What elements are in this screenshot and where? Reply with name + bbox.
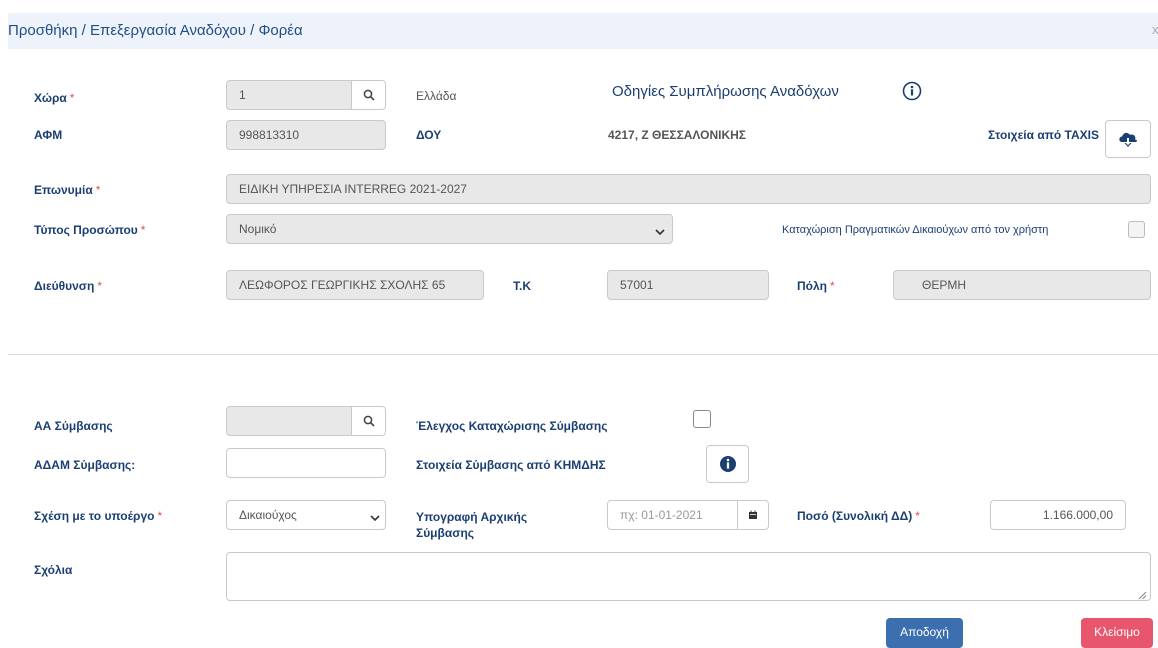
- surname-input[interactable]: ΕΙΔΙΚΗ ΥΠΗΡΕΣΙΑ INTERREG 2021-2027: [226, 174, 1151, 204]
- cloud-download-icon: [1119, 132, 1138, 147]
- calendar-button[interactable]: [737, 500, 769, 530]
- address-label: Διεύθυνση *: [34, 279, 102, 293]
- country-label: Χώρα *: [34, 91, 75, 105]
- contract-no-label: ΑΑ Σύμβασης: [34, 419, 113, 433]
- contract-check-label: Έλεγχος Καταχώρισης Σύμβασης: [416, 419, 608, 433]
- contract-check-checkbox[interactable]: [693, 410, 711, 428]
- kimdis-label: Στοιχεία Σύμβασης από ΚΗΜΔΗΣ: [416, 458, 606, 472]
- calendar-icon: [749, 510, 757, 519]
- country-name: Ελλάδα: [416, 89, 457, 103]
- modal-title: Προσθήκη / Επεξεργασία Αναδόχου / Φορέα: [8, 22, 303, 39]
- amount-label: Ποσό (Συνολική ΔΔ) *: [797, 509, 920, 523]
- postal-label: Τ.Κ: [513, 279, 532, 293]
- info-circle-icon[interactable]: [902, 81, 922, 101]
- chevron-down-icon: [370, 511, 380, 525]
- signature-date-input[interactable]: πχ: 01-01-2021: [607, 500, 738, 530]
- instructions-link[interactable]: Οδηγίες Συμπλήρωσης Αναδόχων: [612, 83, 839, 100]
- afm-label: ΑΦΜ: [34, 128, 63, 142]
- amount-input[interactable]: 1.166.000,00: [990, 500, 1126, 530]
- resize-handle-icon[interactable]: [1138, 589, 1147, 603]
- beneficiaries-checkbox[interactable]: [1128, 221, 1145, 238]
- relation-select[interactable]: Δικαιούχος: [226, 500, 386, 530]
- accept-button[interactable]: Αποδοχή: [886, 618, 963, 648]
- search-icon: [363, 415, 375, 427]
- contract-search-button[interactable]: [351, 406, 386, 436]
- country-code-input[interactable]: 1: [226, 80, 352, 110]
- address-input[interactable]: ΛΕΩΦΟΡΟΣ ΓΕΩΡΓΙΚΗΣ ΣΧΟΛΗΣ 65: [226, 270, 484, 300]
- person-type-label: Τύπος Προσώπου *: [34, 223, 146, 237]
- beneficiaries-label: Καταχώριση Πραγματικών Δικαιούχων από το…: [782, 224, 1049, 236]
- contract-no-input[interactable]: [226, 406, 352, 436]
- city-input[interactable]: ΘΕΡΜΗ: [893, 270, 1151, 300]
- kimdis-button[interactable]: [706, 445, 749, 483]
- postal-input[interactable]: 57001: [607, 270, 769, 300]
- close-button[interactable]: Κλείσιμο: [1081, 618, 1153, 648]
- adam-label: ΑΔΑΜ Σύμβασης:: [34, 458, 136, 472]
- section-divider: [8, 354, 1158, 355]
- search-icon: [363, 89, 375, 101]
- comments-textarea[interactable]: [226, 552, 1151, 601]
- taxis-label: Στοιχεία από TAXIS: [988, 128, 1100, 142]
- signature-label: Υπογραφή Αρχικής Σύμβασης: [416, 510, 528, 540]
- taxis-button[interactable]: [1105, 120, 1151, 158]
- comments-label: Σχόλια: [34, 563, 73, 577]
- info-circle-icon: [719, 456, 736, 472]
- city-label: Πόλη *: [797, 279, 835, 293]
- close-icon[interactable]: x: [1152, 22, 1158, 37]
- adam-input[interactable]: [226, 448, 386, 478]
- afm-input[interactable]: 998813310: [226, 120, 386, 150]
- doy-label: ΔΟΥ: [416, 128, 442, 142]
- relation-label: Σχέση με το υποέργο *: [34, 509, 163, 523]
- chevron-down-icon: [655, 225, 665, 239]
- surname-label: Επωνυμία *: [34, 183, 101, 197]
- country-search-button[interactable]: [351, 80, 386, 110]
- person-type-select[interactable]: Νομικό: [226, 214, 673, 244]
- doy-value: 4217, Ζ ΘΕΣΣΑΛΟΝΙΚΗΣ: [608, 128, 746, 142]
